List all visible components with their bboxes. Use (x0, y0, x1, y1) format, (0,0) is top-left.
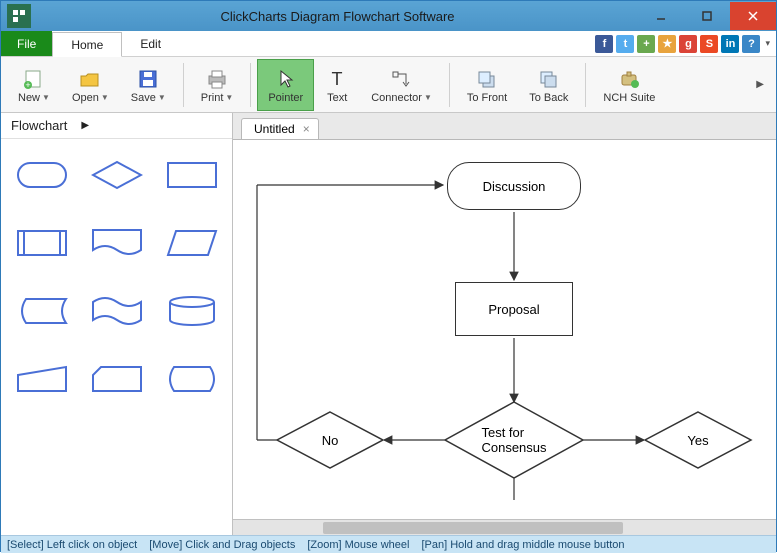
stumble-icon[interactable]: S (700, 35, 718, 53)
save-dropdown-icon[interactable]: ▼ (158, 93, 166, 102)
menu-bar: File Home Edit ft+★gSin? ▾ (1, 31, 776, 57)
twitter-icon[interactable]: t (616, 35, 634, 53)
open-icon (78, 66, 102, 92)
document-tab-label: Untitled (254, 122, 295, 136)
pointer-label: Pointer (268, 92, 303, 104)
open-dropdown-icon[interactable]: ▼ (101, 93, 109, 102)
shape-data[interactable] (161, 221, 222, 265)
node-yes[interactable]: Yes (645, 412, 751, 468)
save-button[interactable]: Save▼ (120, 59, 177, 111)
share-icon[interactable]: + (637, 35, 655, 53)
node-no[interactable]: No (277, 412, 383, 468)
print-dropdown-icon[interactable]: ▼ (225, 93, 233, 102)
tab-home[interactable]: Home (52, 32, 122, 57)
save-icon (136, 66, 160, 92)
toback-icon (537, 66, 561, 92)
tofront-button[interactable]: To Front (456, 59, 518, 111)
status-bar: [Select] Left click on object [Move] Cli… (1, 535, 776, 553)
shape-process[interactable] (161, 153, 222, 197)
tofront-label: To Front (467, 92, 507, 104)
node-discussion[interactable]: Discussion (447, 162, 581, 210)
canvas[interactable]: Discussion Proposal Test for Consensus N… (233, 139, 776, 519)
shape-database[interactable] (161, 289, 222, 333)
connector-icon (390, 66, 414, 92)
document-tab[interactable]: Untitled × (241, 118, 319, 139)
shape-manual-input[interactable] (11, 357, 72, 401)
open-label: Open (72, 92, 99, 104)
print-icon (205, 66, 229, 92)
facebook-icon[interactable]: f (595, 35, 613, 53)
text-label: Text (327, 92, 347, 104)
minimize-button[interactable] (638, 2, 684, 30)
shape-decision[interactable] (86, 153, 147, 197)
shape-tape[interactable] (86, 289, 147, 333)
file-menu[interactable]: File (1, 31, 52, 56)
status-zoom: [Zoom] Mouse wheel (307, 539, 409, 551)
status-pan: [Pan] Hold and drag middle mouse button (421, 539, 624, 551)
shape-predefined[interactable] (11, 221, 72, 265)
help-icon[interactable]: ? (742, 35, 760, 53)
status-move: [Move] Click and Drag objects (149, 539, 295, 551)
node-proposal[interactable]: Proposal (455, 282, 573, 336)
maximize-button[interactable] (684, 2, 730, 30)
status-select: [Select] Left click on object (7, 539, 137, 551)
new-icon: + (22, 66, 46, 92)
linkedin-icon[interactable]: in (721, 35, 739, 53)
open-button[interactable]: Open▼ (61, 59, 120, 111)
shape-stored-data[interactable] (11, 289, 72, 333)
pointer-button[interactable]: Pointer (257, 59, 314, 111)
tab-edit[interactable]: Edit (122, 31, 180, 56)
app-icon (7, 4, 31, 28)
toolbar: +New▼Open▼Save▼Print▼PointerTTextConnect… (1, 57, 776, 113)
new-dropdown-icon[interactable]: ▼ (42, 93, 50, 102)
close-tab-icon[interactable]: × (303, 122, 310, 136)
shape-document[interactable] (86, 221, 147, 265)
shape-card[interactable] (86, 357, 147, 401)
pointer-icon (274, 66, 298, 92)
nchsuite-label: NCH Suite (603, 92, 655, 104)
window-title: ClickCharts Diagram Flowchart Software (37, 9, 638, 24)
new-label: New (18, 92, 40, 104)
nchsuite-icon (617, 66, 641, 92)
connector-label: Connector (371, 92, 422, 104)
document-tabs: Untitled × (233, 113, 776, 139)
bookmark-icon[interactable]: ★ (658, 35, 676, 53)
new-button[interactable]: + New▼ (7, 59, 61, 111)
print-label: Print (201, 92, 224, 104)
toback-button[interactable]: To Back (518, 59, 579, 111)
svg-text:T: T (332, 69, 343, 89)
save-label: Save (131, 92, 156, 104)
shape-category-label: Flowchart (11, 118, 67, 133)
titlebar: ClickCharts Diagram Flowchart Software (1, 1, 776, 31)
close-button[interactable] (730, 2, 776, 30)
connector-dropdown-icon[interactable]: ▼ (424, 93, 432, 102)
toback-label: To Back (529, 92, 568, 104)
nchsuite-button[interactable]: NCH Suite (592, 59, 666, 111)
print-button[interactable]: Print▼ (190, 59, 245, 111)
text-button[interactable]: T Text (314, 59, 360, 111)
text-icon: T (325, 66, 349, 92)
shape-category-header[interactable]: Flowchart ▶ (1, 113, 232, 139)
svg-text:+: + (25, 80, 30, 90)
shape-display[interactable] (161, 357, 222, 401)
shape-terminator[interactable] (11, 153, 72, 197)
help-dropdown-icon[interactable]: ▾ (765, 38, 770, 49)
horizontal-scrollbar[interactable] (233, 519, 776, 535)
tofront-icon (475, 66, 499, 92)
node-test[interactable]: Test for Consensus (445, 402, 583, 478)
chevron-right-icon: ▶ (81, 120, 89, 131)
google-icon[interactable]: g (679, 35, 697, 53)
connector-button[interactable]: Connector▼ (360, 59, 443, 111)
toolbar-overflow[interactable]: ▶ (750, 79, 770, 90)
shape-panel: Flowchart ▶ (1, 113, 233, 535)
